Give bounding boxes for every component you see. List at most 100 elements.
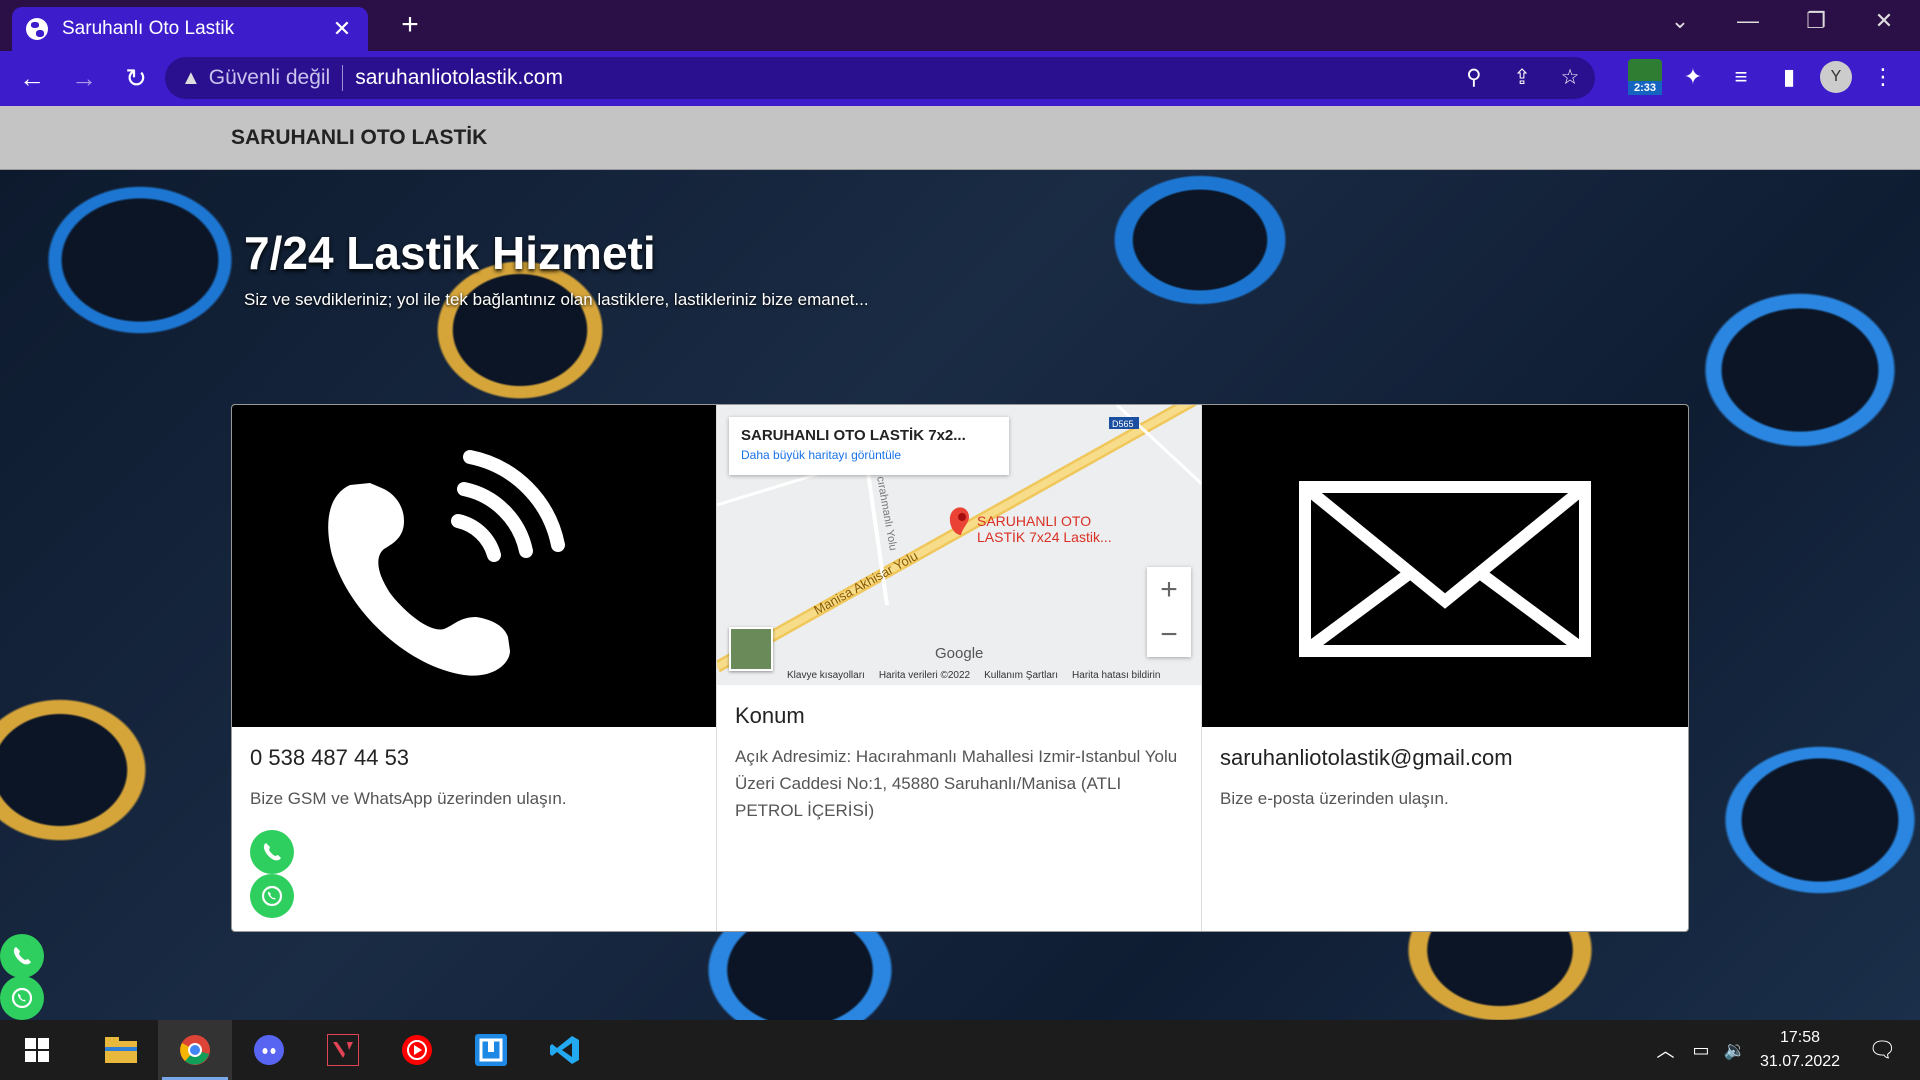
- site-navbar: SARUHANLI OTO LASTİK: [0, 106, 1920, 170]
- bookmark-star-icon[interactable]: ☆: [1557, 65, 1583, 90]
- contact-cards: 0 538 487 44 53 Bize GSM ve WhatsApp üze…: [231, 404, 1689, 932]
- square-app-icon: [475, 1034, 507, 1066]
- app-icon-blue[interactable]: [454, 1020, 528, 1080]
- map-data-label: Harita verileri ©2022: [878, 670, 971, 681]
- warning-icon[interactable]: ▲: [181, 67, 201, 90]
- notification-center-icon[interactable]: 🗨: [1868, 1037, 1896, 1063]
- map-pin-label-line1: SARUHANLI OTO: [977, 513, 1092, 529]
- extensions-puzzle-icon[interactable]: ✦: [1676, 64, 1710, 90]
- road-label-main: Manisa Akhisar Yolu: [811, 548, 920, 618]
- road-shield: D565: [1112, 419, 1134, 429]
- vscode-icon[interactable]: [528, 1020, 602, 1080]
- media-control-icon[interactable]: ≡: [1724, 64, 1758, 90]
- map-place-name: SARUHANLI OTO LASTİK 7x2...: [741, 427, 966, 444]
- close-window-button[interactable]: ✕: [1864, 8, 1904, 34]
- terms-link[interactable]: Kullanım Şartları: [984, 670, 1058, 681]
- browser-menu-icon[interactable]: ⋮: [1866, 64, 1900, 90]
- phone-card-image: [232, 405, 716, 727]
- share-icon[interactable]: ⇪: [1509, 65, 1535, 90]
- zoom-icon[interactable]: ⚲: [1461, 65, 1487, 90]
- minimize-button[interactable]: —: [1728, 8, 1768, 34]
- valorant-icon[interactable]: [306, 1020, 380, 1080]
- security-label[interactable]: Güvenli değil: [209, 66, 330, 90]
- reload-button[interactable]: ↻: [116, 63, 156, 94]
- chrome-icon: [180, 1035, 210, 1065]
- floating-whatsapp-button[interactable]: [0, 976, 44, 1020]
- discord-icon[interactable]: [232, 1020, 306, 1080]
- email-card-text: Bize e-posta üzerinden ulaşın.: [1220, 789, 1449, 808]
- restore-button[interactable]: ❐: [1796, 8, 1836, 34]
- new-tab-button[interactable]: +: [392, 10, 428, 40]
- site-brand[interactable]: SARUHANLI OTO LASTİK: [231, 126, 487, 150]
- larger-map-link[interactable]: Daha büyük haritayı görüntüle: [741, 448, 997, 462]
- side-panel-icon[interactable]: ▮: [1772, 64, 1806, 90]
- phone-icon: [328, 450, 565, 676]
- map-info-box: SARUHANLI OTO LASTİK 7x2... Daha büyük h…: [729, 417, 1009, 475]
- volume-icon[interactable]: 🔉: [1724, 1040, 1746, 1061]
- hero-subtitle: Siz ve sevdikleriniz; yol ile tek bağlan…: [244, 290, 869, 309]
- tab-title: Saruhanlı Oto Lastik: [62, 18, 235, 39]
- url-text[interactable]: saruhanliotolastik.com: [355, 66, 563, 90]
- whatsapp-icon: [261, 885, 283, 907]
- valorant-logo-icon: [327, 1034, 359, 1066]
- folder-icon: [105, 1037, 137, 1063]
- whatsapp-button[interactable]: [250, 874, 294, 918]
- browser-tabstrip: Saruhanlı Oto Lastik ✕ + ⌄ — ❐ ✕: [0, 0, 1920, 51]
- zoom-in-button[interactable]: +: [1147, 567, 1191, 612]
- clock-time: 17:58: [1780, 1029, 1821, 1046]
- email-card: saruhanliotolastik@gmail.com Bize e-post…: [1202, 405, 1688, 931]
- back-button[interactable]: ←: [12, 63, 52, 94]
- floating-call-button[interactable]: [0, 934, 44, 978]
- call-button[interactable]: [250, 830, 294, 874]
- phone-number: 0 538 487 44 53: [250, 745, 410, 770]
- location-address: Açık Adresimiz: Hacırahmanlı Mahallesi I…: [735, 747, 1178, 820]
- phone-small-icon: [13, 947, 31, 965]
- map-pin-label[interactable]: SARUHANLI OTO LASTİK 7x24 Lastik...: [977, 513, 1112, 545]
- extension-badge-text: 2:33: [1628, 81, 1662, 95]
- file-explorer-icon[interactable]: [84, 1020, 158, 1080]
- youtube-play-icon: [402, 1035, 432, 1065]
- chrome-taskbar-icon[interactable]: [158, 1020, 232, 1080]
- phone-card-text: Bize GSM ve WhatsApp üzerinden ulaşın.: [250, 789, 567, 808]
- taskbar-clock[interactable]: 17:58 31.07.2022: [1760, 1026, 1840, 1074]
- map-zoom-control: + −: [1147, 567, 1191, 657]
- forward-button[interactable]: →: [64, 63, 104, 94]
- web-page: SARUHANLI OTO LASTİK 7/24 Lastik Hizmeti…: [0, 106, 1920, 1020]
- profile-avatar[interactable]: Y: [1820, 61, 1852, 93]
- google-map[interactable]: Manisa Akhisar Yolu cırahmanlı Yolu D565…: [717, 405, 1201, 685]
- system-tray: ︿ ▭ 🔉 17:58 31.07.2022 🗨: [1657, 1020, 1920, 1080]
- battery-icon[interactable]: ▭: [1693, 1040, 1710, 1061]
- windows-logo-icon: [25, 1038, 49, 1062]
- hero-title: 7/24 Lastik Hizmeti: [244, 227, 656, 279]
- phone-small-icon: [263, 843, 281, 861]
- whatsapp-icon: [11, 987, 33, 1009]
- envelope-icon: [1299, 481, 1591, 657]
- close-tab-icon[interactable]: ✕: [330, 16, 354, 42]
- google-logo: Google: [935, 645, 984, 662]
- location-title: Konum: [735, 703, 805, 728]
- tab-search-icon[interactable]: ⌄: [1660, 8, 1700, 34]
- satellite-toggle[interactable]: [729, 627, 773, 671]
- location-card: Manisa Akhisar Yolu cırahmanlı Yolu D565…: [717, 405, 1202, 931]
- vscode-logo-icon: [550, 1036, 579, 1064]
- browser-toolbar: ← → ↻ ▲ Güvenli değil saruhanliotolastik…: [0, 51, 1920, 106]
- chevron-up-icon[interactable]: ︿: [1657, 1037, 1675, 1063]
- keyboard-shortcuts-link[interactable]: Klavye kısayolları: [787, 670, 865, 681]
- extension-timer-icon[interactable]: 2:33: [1628, 59, 1662, 95]
- address-bar[interactable]: ▲ Güvenli değil saruhanliotolastik.com ⚲…: [165, 57, 1595, 99]
- email-card-image: [1202, 405, 1688, 727]
- map-pin-label-line2: LASTİK 7x24 Lastik...: [977, 529, 1112, 545]
- browser-tab[interactable]: Saruhanlı Oto Lastik ✕: [12, 7, 368, 51]
- start-button[interactable]: [0, 1020, 74, 1080]
- address-separator: [342, 65, 344, 91]
- globe-icon: [26, 18, 48, 40]
- map-footer: Klavye kısayolları Harita verileri ©2022…: [787, 670, 1160, 681]
- zoom-out-button[interactable]: −: [1147, 612, 1191, 657]
- windows-taskbar: ︿ ▭ 🔉 17:58 31.07.2022 🗨: [0, 1020, 1920, 1080]
- report-error-link[interactable]: Harita hatası bildirin: [1072, 670, 1160, 681]
- youtube-music-icon[interactable]: [380, 1020, 454, 1080]
- clock-date: 31.07.2022: [1759, 1053, 1841, 1070]
- email-address[interactable]: saruhanliotolastik@gmail.com: [1220, 745, 1670, 771]
- discord-logo-icon: [254, 1035, 284, 1065]
- phone-card: 0 538 487 44 53 Bize GSM ve WhatsApp üze…: [232, 405, 717, 931]
